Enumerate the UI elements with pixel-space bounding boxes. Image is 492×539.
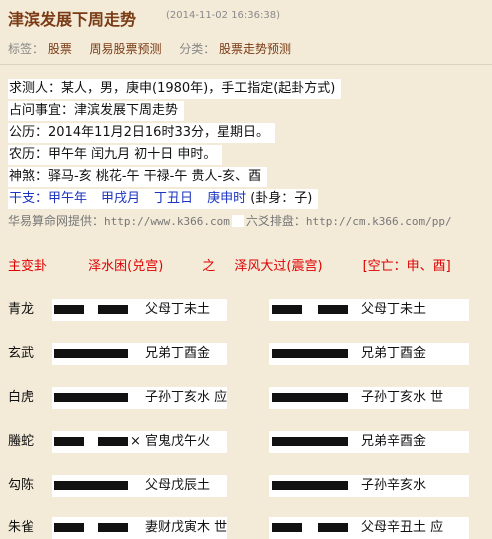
main-yao-yin-left	[54, 523, 84, 532]
post-timestamp: (2014-11-02 16:36:38)	[166, 10, 281, 21]
main-yao-yin-left	[54, 437, 84, 446]
ganzhi-year: 甲午年	[48, 191, 88, 206]
changed-yao-text: 父母丁未土	[361, 302, 427, 317]
ganzhi-line: 干支：甲午年 甲戌月 丁丑日 庚申时 (卦身：子)	[8, 189, 319, 209]
six-god: 白虎	[8, 390, 35, 405]
six-god: 勾陈	[8, 478, 35, 493]
main-yao-text: 子孙丁亥水 应	[145, 390, 228, 405]
changed-yao-yang	[272, 481, 348, 490]
ganzhi-month: 甲戌月	[101, 191, 141, 206]
yao-line-6: 青龙 父母丁未土 父母丁未土	[0, 299, 492, 321]
changed-yao-text: 兄弟丁酉金	[361, 346, 427, 361]
main-yao-yin-right	[98, 305, 128, 314]
category-label: 分类：	[179, 42, 216, 56]
tags-label: 标签：	[8, 42, 45, 56]
changed-yao-text: 兄弟辛酉金	[361, 434, 427, 449]
void-branches: [空亡：申、酉]	[362, 259, 451, 274]
changed-yao-yin-right	[318, 523, 348, 532]
main-yao-text: 父母丁未土	[145, 302, 211, 317]
ganzhi-hour: 庚申时	[207, 191, 247, 206]
main-yao-yin-right	[98, 437, 128, 446]
panel-label: 六爻排盘：	[245, 214, 306, 228]
yao-line-4: 白虎 子孙丁亥水 应 子孙丁亥水 世	[0, 387, 492, 409]
main-yao-yang	[54, 349, 128, 358]
main-yao-yin-left	[54, 305, 84, 314]
changed-yao-yin-right	[318, 305, 348, 314]
provider-label: 华易算命网提供：	[8, 214, 105, 228]
gua-header-label: 主变卦	[8, 259, 48, 274]
post-header: 津滨发展下周走势 (2014-11-02 16:36:38)	[0, 0, 492, 36]
yao-line-5: 玄武 兄弟丁酉金 兄弟丁酉金	[0, 343, 492, 365]
main-gua: 泽水困(兑宫)	[88, 259, 164, 274]
yao-line-2: 勾陈 父母戊辰土 子孙辛亥水	[0, 475, 492, 497]
gua-joiner: 之	[202, 259, 216, 274]
category-link[interactable]: 股票走势预测	[219, 42, 291, 56]
main-yao-text: 官鬼戊午火	[145, 434, 211, 449]
panel-url[interactable]: http://cm.k366.com/pp/	[306, 215, 452, 228]
six-god: 螣蛇	[8, 434, 35, 449]
gua-header: 主变卦 泽水困(兑宫) 之 泽风大过(震宫) [空亡：申、酉]	[8, 255, 451, 274]
main-yao-text: 兄弟丁酉金	[145, 346, 211, 361]
main-yao-yang	[54, 393, 128, 402]
changed-yao-text: 子孙丁亥水 世	[361, 390, 444, 405]
changed-yao-yin-left	[272, 523, 302, 532]
yao-line-3: 螣蛇 × 官鬼戊午火 兄弟辛酉金	[0, 431, 492, 453]
lunar-date-line: 农历：甲午年 闰九月 初十日 申时。	[8, 145, 223, 165]
six-god: 朱雀	[8, 520, 35, 535]
question-line: 占问事宜：津滨发展下周走势	[8, 101, 185, 121]
ganzhi-label: 干支：	[9, 191, 49, 206]
shensha-line: 神煞：驿马-亥 桃花-午 干禄-午 贵人-亥、酉	[8, 167, 268, 187]
six-god: 青龙	[8, 302, 35, 317]
main-yao-yin-right	[98, 523, 128, 532]
post-meta: 标签： 股票 周易股票预测 分类： 股票走势预测	[8, 40, 291, 57]
post-title[interactable]: 津滨发展下周走势	[8, 6, 136, 30]
asker-line: 求测人：某人，男，庚申(1980年)，手工指定(起卦方式)	[8, 79, 342, 99]
changed-yao-yang	[272, 349, 348, 358]
main-yao-yang	[54, 481, 128, 490]
main-yao-text: 父母戊辰土	[145, 478, 211, 493]
six-god: 玄武	[8, 346, 35, 361]
divider	[0, 64, 492, 65]
changed-gua: 泽风大过(震宫)	[234, 259, 323, 274]
changed-yao-yang	[272, 437, 348, 446]
yao-line-1: 朱雀 妻财戊寅木 世 父母辛丑土 应	[0, 517, 492, 539]
changed-yao-yin-left	[272, 305, 302, 314]
tag-link-zhouyi-forecast[interactable]: 周易股票预测	[90, 42, 162, 56]
blank-box	[231, 215, 244, 227]
ganzhi-day: 丁丑日	[154, 191, 194, 206]
main-yao-text: 妻财戊寅木 世	[145, 520, 228, 535]
changed-yao-text: 父母辛丑土 应	[361, 520, 444, 535]
provider-line: 华易算命网提供：http://www.k366.com 六爻排盘：http://c…	[8, 212, 492, 229]
provider-url[interactable]: http://www.k366.com	[104, 215, 230, 228]
guashen: (卦身：子)	[250, 191, 313, 206]
changed-yao-text: 子孙辛亥水	[361, 478, 427, 493]
moving-line-mark: ×	[130, 434, 141, 449]
solar-date-line: 公历：2014年11月2日16时33分，星期日。	[8, 123, 275, 143]
tag-link-stock[interactable]: 股票	[48, 42, 72, 56]
changed-yao-yang	[272, 393, 348, 402]
